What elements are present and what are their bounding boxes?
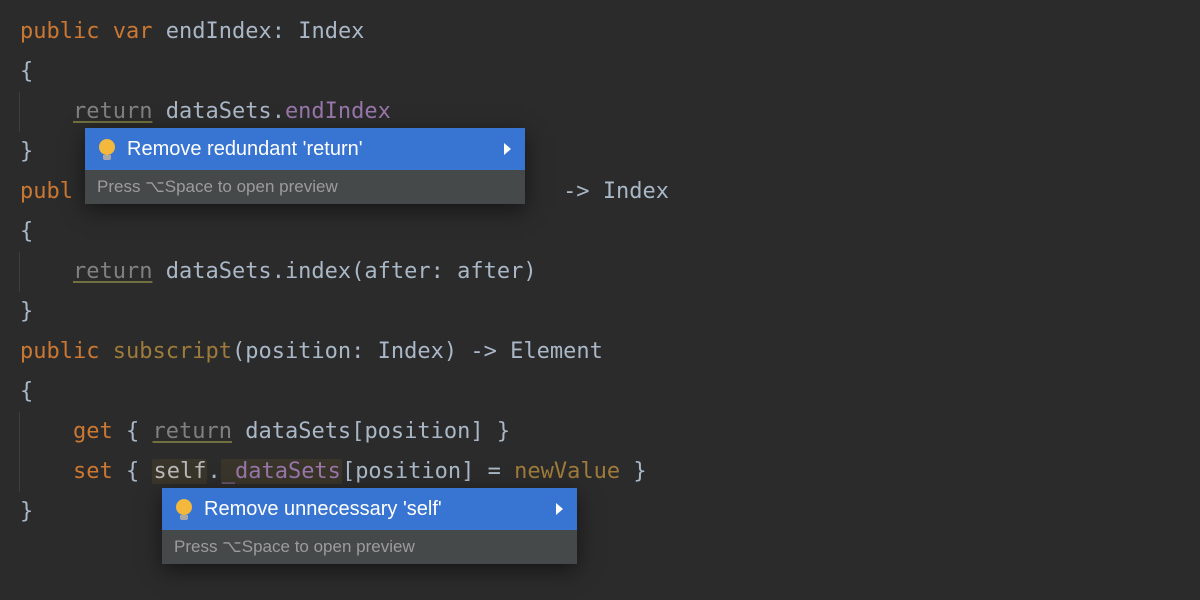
chevron-right-icon [504, 143, 511, 155]
identifier: dataSets [245, 419, 351, 444]
property: endIndex [285, 99, 391, 124]
keyword-return: return [73, 259, 152, 284]
intention-hint-label: Press ⌥Space to open preview [97, 167, 338, 207]
type: Index [298, 19, 364, 44]
keyword-var: var [113, 19, 153, 44]
keyword-return: return [73, 99, 152, 124]
code-line-3: return dataSets.endIndex [20, 92, 1200, 132]
identifier: endIndex [166, 19, 272, 44]
intention-hint: Press ⌥Space to open preview [85, 170, 525, 204]
param: position [245, 339, 351, 364]
code-line-1: public var endIndex: Index [20, 12, 1200, 52]
intention-action-remove-return[interactable]: Remove redundant 'return' [85, 128, 525, 170]
identifier: dataSets [166, 259, 272, 284]
type: Index [603, 179, 669, 204]
keyword-public: public [20, 339, 99, 364]
code-line-9: public subscript(position: Index) -> Ele… [20, 332, 1200, 372]
keyword-public-fragment: publ [20, 179, 73, 204]
arrow: -> [563, 179, 590, 204]
keyword-return: return [152, 419, 231, 444]
code-line-7: return dataSets.index(after: after) [20, 252, 1200, 292]
argument: after [457, 259, 523, 284]
arg-label: after [364, 259, 430, 284]
lightbulb-icon [97, 139, 117, 159]
code-editor[interactable]: public var endIndex: Index { return data… [0, 0, 1200, 532]
index: position [355, 459, 461, 484]
keyword-get: get [73, 419, 113, 444]
intention-hint: Press ⌥Space to open preview [162, 530, 577, 564]
keyword-set: set [73, 459, 113, 484]
index: position [364, 419, 470, 444]
intention-action-label: Remove redundant 'return' [127, 129, 363, 169]
code-line-10: { [20, 372, 1200, 412]
field: _dataSets [221, 459, 342, 484]
code-line-2: { [20, 52, 1200, 92]
code-line-12: set { self._dataSets[position] = newValu… [20, 452, 1200, 492]
chevron-right-icon [556, 503, 563, 515]
code-line-11: get { return dataSets[position] } [20, 412, 1200, 452]
intention-action-label: Remove unnecessary 'self' [204, 489, 442, 529]
keyword-self: self [152, 459, 207, 484]
intention-hint-label: Press ⌥Space to open preview [174, 527, 415, 567]
identifier: dataSets [166, 99, 272, 124]
type: Element [510, 339, 603, 364]
intention-popup-1: Remove redundant 'return' Press ⌥Space t… [85, 128, 525, 204]
keyword-public: public [20, 19, 99, 44]
code-line-6: { [20, 212, 1200, 252]
keyword-subscript: subscript [113, 339, 232, 364]
code-line-8: } [20, 292, 1200, 332]
method: index [285, 259, 351, 284]
intention-popup-2: Remove unnecessary 'self' Press ⌥Space t… [162, 488, 577, 564]
type: Index [378, 339, 444, 364]
keyword-newvalue: newValue [514, 459, 620, 484]
intention-action-remove-self[interactable]: Remove unnecessary 'self' [162, 488, 577, 530]
arrow: -> [470, 339, 497, 364]
lightbulb-icon [174, 499, 194, 519]
